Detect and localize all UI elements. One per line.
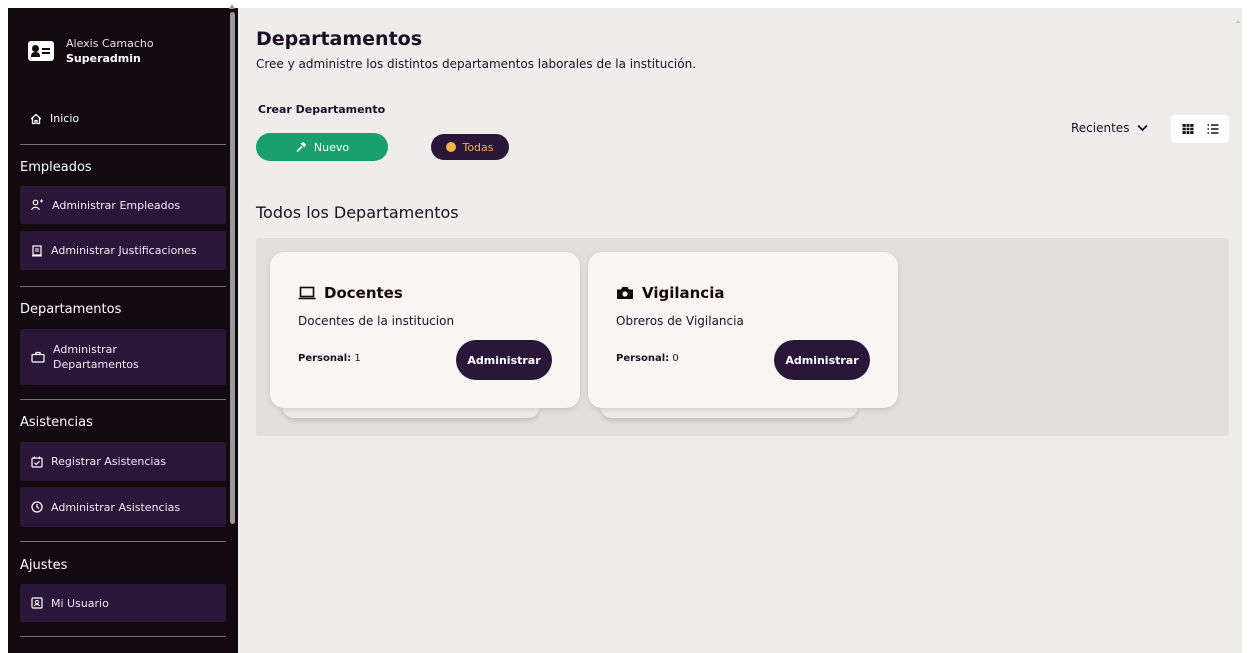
sort-label: Recientes — [1071, 121, 1130, 135]
department-description: Obreros de Vigilancia — [616, 314, 744, 328]
view-toggle — [1171, 115, 1229, 143]
sidebar-scrollbar[interactable] — [230, 12, 235, 524]
new-button-label: Nuevo — [313, 140, 350, 154]
scroll-up-arrow[interactable] — [229, 4, 235, 9]
divider — [20, 541, 226, 542]
manage-department-button[interactable]: Administrar — [774, 340, 870, 380]
divider — [20, 636, 226, 637]
user-card-icon — [31, 597, 43, 609]
briefcase-icon — [31, 351, 45, 363]
user-profile[interactable]: Alexis Camacho Superadmin — [28, 36, 154, 66]
grid-view-icon[interactable] — [1182, 123, 1194, 135]
user-role: Superadmin — [66, 52, 141, 65]
department-card: Vigilancia Obreros de Vigilancia Persona… — [588, 252, 898, 408]
sidebar-item-administrar-empleados[interactable]: Administrar Empleados — [20, 186, 226, 224]
hammer-icon — [296, 142, 306, 153]
divider — [20, 399, 226, 400]
users-icon — [31, 199, 43, 211]
sidebar-item-label: Administrar Departamentos — [53, 343, 139, 371]
page-title: Departamentos — [256, 28, 423, 50]
manage-department-button[interactable]: Administrar — [456, 340, 552, 380]
section-heading: Todos los Departamentos — [256, 203, 459, 222]
sidebar-item-inicio[interactable]: Inicio — [30, 112, 79, 125]
department-card: Docentes Docentes de la institucion Pers… — [270, 252, 580, 408]
home-icon — [30, 113, 42, 124]
camera-icon — [617, 287, 633, 299]
main-content: Departamentos Cree y administre los dist… — [238, 8, 1242, 653]
laptop-icon — [298, 286, 316, 300]
filter-button-label: Todas — [462, 140, 494, 154]
chevron-down-icon — [1137, 124, 1149, 132]
department-description: Docentes de la institucion — [298, 314, 455, 328]
section-title-departamentos: Departamentos — [20, 302, 122, 317]
sort-select[interactable]: Recientes — [1071, 121, 1149, 135]
list-view-icon[interactable] — [1207, 123, 1219, 135]
filter-all-button[interactable]: Todas — [431, 134, 509, 160]
sidebar: Alexis Camacho Superadmin Inicio Emplead… — [8, 8, 238, 653]
divider — [20, 144, 226, 145]
sidebar-item-label: Administrar Asistencias — [51, 500, 181, 514]
sidebar-item-label: Mi Usuario — [51, 596, 109, 610]
department-staff: Personal: 1 — [298, 353, 361, 364]
department-name: Vigilancia — [616, 284, 724, 302]
department-staff: Personal: 0 — [616, 353, 679, 364]
id-card-icon — [28, 41, 54, 61]
document-icon — [32, 244, 42, 257]
create-department-label: Crear Departamento — [258, 103, 386, 116]
page-subtitle: Cree y administre los distintos departam… — [256, 57, 697, 71]
sidebar-item-label: Administrar Justificaciones — [51, 244, 197, 257]
section-title-ajustes: Ajustes — [20, 558, 68, 573]
departments-grid: Docentes Docentes de la institucion Pers… — [256, 238, 1229, 436]
sidebar-item-label: Administrar Empleados — [52, 198, 181, 212]
sidebar-item-label: Registrar Asistencias — [51, 455, 166, 468]
sidebar-item-administrar-asistencias[interactable]: Administrar Asistencias — [20, 487, 226, 527]
globe-icon — [446, 142, 457, 152]
sidebar-item-administrar-justificaciones[interactable]: Administrar Justificaciones — [20, 231, 226, 270]
user-name: Alexis Camacho — [66, 37, 154, 50]
section-title-empleados: Empleados — [20, 160, 92, 175]
calendar-check-icon — [31, 456, 43, 468]
sidebar-item-registrar-asistencias[interactable]: Registrar Asistencias — [20, 442, 226, 481]
sidebar-item-label: Inicio — [50, 112, 80, 125]
clock-icon — [31, 501, 43, 513]
sidebar-item-administrar-departamentos[interactable]: Administrar Departamentos — [20, 329, 226, 385]
section-title-asistencias: Asistencias — [20, 415, 93, 430]
sidebar-item-mi-usuario[interactable]: Mi Usuario — [20, 584, 226, 622]
department-name: Docentes — [298, 284, 403, 302]
divider — [20, 286, 226, 287]
scroll-up-arrow[interactable] — [1236, 20, 1240, 23]
new-department-button[interactable]: Nuevo — [256, 133, 388, 161]
